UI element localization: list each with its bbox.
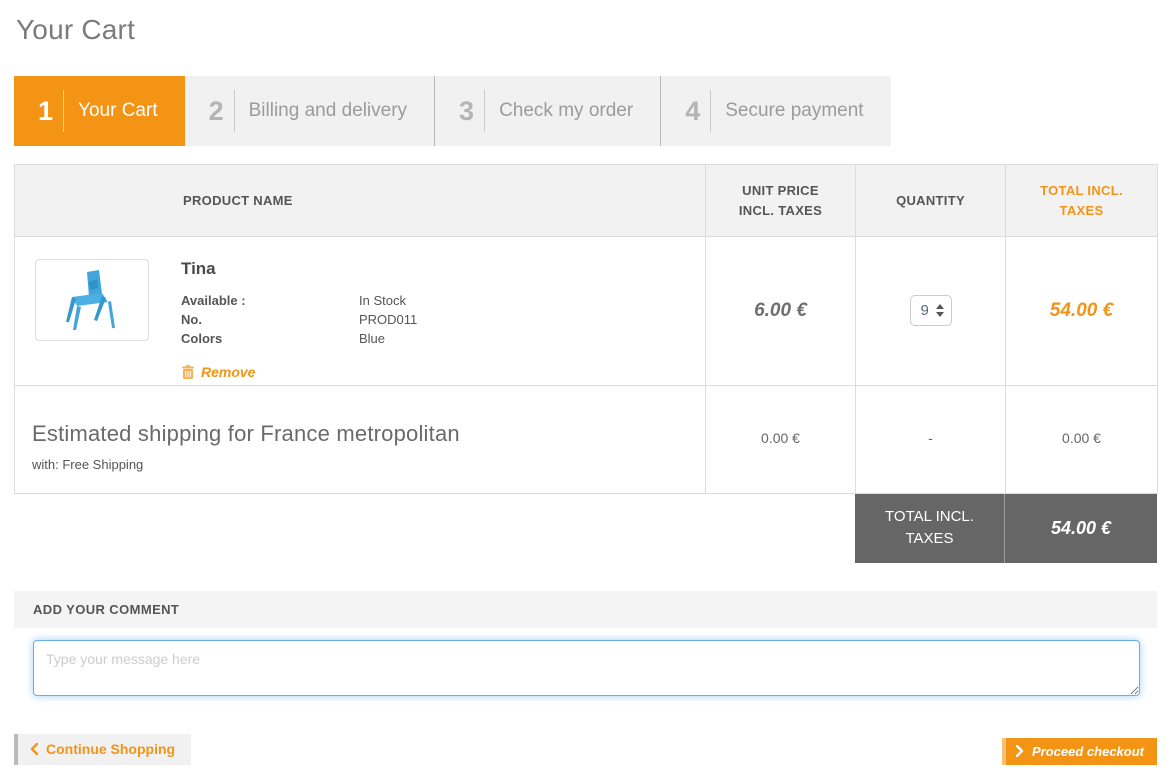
cart-table: PRODUCT NAME UNIT PRICE INCL. TAXES QUAN… [14,164,1158,494]
remove-item-label: Remove [201,364,255,380]
cart-table-header-row: PRODUCT NAME UNIT PRICE INCL. TAXES QUAN… [15,165,1158,237]
column-header-quantity: QUANTITY [856,165,1006,237]
product-line-total: 54.00 € [1050,300,1113,321]
step-secure-payment[interactable]: 4 Secure payment [660,76,890,146]
step-divider [234,90,235,132]
total-incl-taxes-value: 54.00 € [1005,494,1157,563]
product-name[interactable]: Tina [181,259,417,279]
total-incl-taxes-label: TOTAL INCL. TAXES [855,494,1005,563]
step-number: 2 [209,96,224,127]
step-label: Check my order [499,100,633,122]
step-check-order[interactable]: 3 Check my order [434,76,660,146]
column-header-unit-price: UNIT PRICE INCL. TAXES [706,165,856,237]
chevron-right-icon [1016,745,1024,757]
quantity-down-icon[interactable] [936,312,944,317]
cart-page: Your Cart 1 Your Cart 2 Billing and deli… [14,14,1157,765]
shipping-total: 0.00 € [1062,430,1101,446]
continue-shopping-button[interactable]: Continue Shopping [14,734,191,765]
chevron-left-icon [30,743,38,755]
step-divider [63,90,64,132]
cart-total-summary: TOTAL INCL. TAXES 54.00 € [855,494,1157,563]
attribute-value: PROD011 [359,310,417,329]
proceed-checkout-label: Proceed checkout [1032,744,1144,759]
step-label: Billing and delivery [249,100,407,122]
product-unit-price: 6.00 € [754,300,807,321]
step-number: 4 [685,96,700,127]
product-cell: Tina Available : In Stock No. PROD011 Co… [15,237,705,385]
shipping-row: Estimated shipping for France metropolit… [15,385,1158,493]
attribute-value: Blue [359,329,385,348]
product-details: Tina Available : In Stock No. PROD011 Co… [181,259,417,385]
cart-product-row: Tina Available : In Stock No. PROD011 Co… [15,237,1158,386]
shipping-carrier: with: Free Shipping [32,457,705,472]
column-header-product-name: PRODUCT NAME [15,165,706,237]
column-header-total: TOTAL INCL. TAXES [1006,165,1158,237]
step-divider [484,90,485,132]
quantity-spinner-arrows[interactable] [936,304,944,317]
trash-icon [181,365,195,380]
product-attribute-reference: No. PROD011 [181,310,417,329]
remove-item-link[interactable]: Remove [181,364,255,380]
comment-body [14,628,1157,710]
product-thumbnail[interactable] [35,259,149,341]
blue-chair-image [50,266,134,334]
step-number: 3 [459,96,474,127]
step-billing-delivery[interactable]: 2 Billing and delivery [185,76,434,146]
attribute-label: Available : [181,291,359,310]
step-your-cart[interactable]: 1 Your Cart [14,76,185,146]
step-divider [710,90,711,132]
proceed-checkout-button[interactable]: Proceed checkout [1002,738,1157,765]
attribute-label: Colors [181,329,359,348]
shipping-cell: Estimated shipping for France metropolit… [15,407,705,472]
step-label: Secure payment [725,100,863,122]
product-attribute-color: Colors Blue [181,329,417,348]
comment-section: ADD YOUR COMMENT [14,591,1157,710]
cart-footer-actions: Continue Shopping Proceed checkout [14,734,1157,765]
quantity-stepper[interactable]: 9 [910,295,952,326]
page-title: Your Cart [16,14,1157,46]
comment-textarea[interactable] [33,640,1140,696]
quantity-up-icon[interactable] [936,304,944,309]
shipping-title: Estimated shipping for France metropolit… [32,421,705,447]
step-label: Your Cart [78,100,158,122]
attribute-label: No. [181,310,359,329]
attribute-value: In Stock [359,291,406,310]
step-number: 1 [38,96,53,127]
shipping-quantity: - [928,430,933,446]
product-attribute-availability: Available : In Stock [181,291,417,310]
quantity-value[interactable]: 9 [921,302,929,319]
continue-shopping-label: Continue Shopping [46,741,175,757]
shipping-unit-price: 0.00 € [761,430,800,446]
checkout-steps: 1 Your Cart 2 Billing and delivery 3 Che… [14,76,848,146]
comment-heading: ADD YOUR COMMENT [14,591,1157,628]
